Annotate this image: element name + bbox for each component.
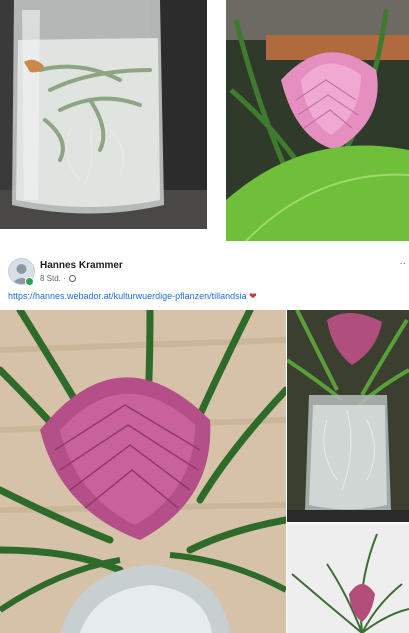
photo-pink-bloom[interactable] [226,0,409,241]
photo-tillandsia-in-water-image [0,0,207,229]
photo-tillandsia-jar[interactable] [287,310,409,522]
post-link[interactable]: https://hannes.webador.at/kulturwuerdige… [8,291,247,301]
globe-icon [68,275,76,282]
heart-emoji: ❤ [249,291,257,301]
photo-pink-bloom-image [226,0,409,241]
photo-tillandsia-small[interactable] [287,524,409,633]
more-options-icon[interactable]: ·· [399,258,406,269]
online-status-dot [25,277,34,286]
photo-tillandsia-bloom-large[interactable] [0,310,286,633]
post-time-text: 8 Std. · [40,274,66,283]
post-time[interactable]: 8 Std. · [40,274,76,283]
photo-tillandsia-bloom-large-image [0,310,286,633]
post-header: Hannes Krammer 8 Std. · ·· [0,252,409,288]
author-name[interactable]: Hannes Krammer [40,260,123,271]
photo-tillandsia-jar-image [287,310,409,522]
photo-tillandsia-in-water[interactable] [0,0,207,229]
photo-tillandsia-small-image [287,524,409,633]
post-text: https://hannes.webador.at/kulturwuerdige… [8,291,257,302]
